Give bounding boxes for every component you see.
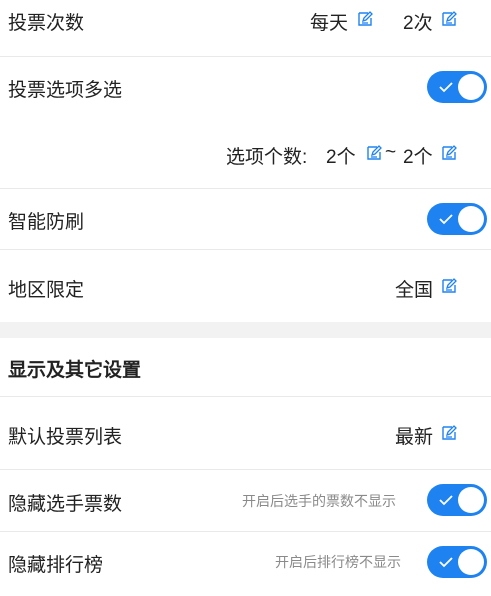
divider — [0, 531, 491, 532]
edit-icon[interactable] — [366, 145, 382, 161]
hide-ranking-hint: 开启后排行榜不显示 — [275, 554, 401, 570]
check-icon — [439, 82, 453, 93]
multi-select-label: 投票选项多选 — [8, 80, 123, 101]
default-list-value: 最新 — [395, 427, 434, 448]
display-section-title: 显示及其它设置 — [8, 360, 142, 381]
check-icon — [439, 214, 453, 225]
option-count-prefix: 选项个数: — [226, 147, 308, 168]
edit-icon[interactable] — [357, 11, 373, 27]
divider — [0, 56, 491, 57]
hide-votes-hint: 开启后选手的票数不显示 — [242, 493, 396, 509]
region-label: 地区限定 — [8, 280, 85, 301]
edit-icon[interactable] — [441, 425, 457, 441]
divider — [0, 249, 491, 250]
hide-votes-toggle[interactable] — [427, 484, 487, 516]
multi-select-toggle[interactable] — [427, 71, 487, 103]
divider — [0, 188, 491, 189]
edit-icon[interactable] — [441, 11, 457, 27]
toggle-knob — [458, 206, 484, 232]
edit-icon[interactable] — [441, 278, 457, 294]
option-min-value: 2个 — [326, 147, 356, 168]
default-list-label: 默认投票列表 — [8, 427, 123, 448]
vote-times-value: 2次 — [403, 13, 433, 34]
anti-fraud-label: 智能防刷 — [8, 212, 85, 233]
divider — [0, 396, 491, 397]
vote-period-value: 每天 — [310, 13, 349, 34]
divider — [0, 469, 491, 470]
region-value: 全国 — [395, 280, 434, 301]
toggle-knob — [458, 74, 484, 100]
vote-count-label: 投票次数 — [8, 13, 85, 34]
edit-icon[interactable] — [441, 145, 457, 161]
anti-fraud-toggle[interactable] — [427, 203, 487, 235]
toggle-knob — [458, 487, 484, 513]
check-icon — [439, 495, 453, 506]
toggle-knob — [458, 549, 484, 575]
hide-ranking-label: 隐藏排行榜 — [8, 555, 104, 576]
option-range-separator: ~ — [385, 142, 397, 163]
hide-ranking-toggle[interactable] — [427, 546, 487, 578]
section-separator — [0, 322, 491, 338]
check-icon — [439, 557, 453, 568]
hide-votes-label: 隐藏选手票数 — [8, 494, 123, 515]
option-max-value: 2个 — [403, 147, 433, 168]
